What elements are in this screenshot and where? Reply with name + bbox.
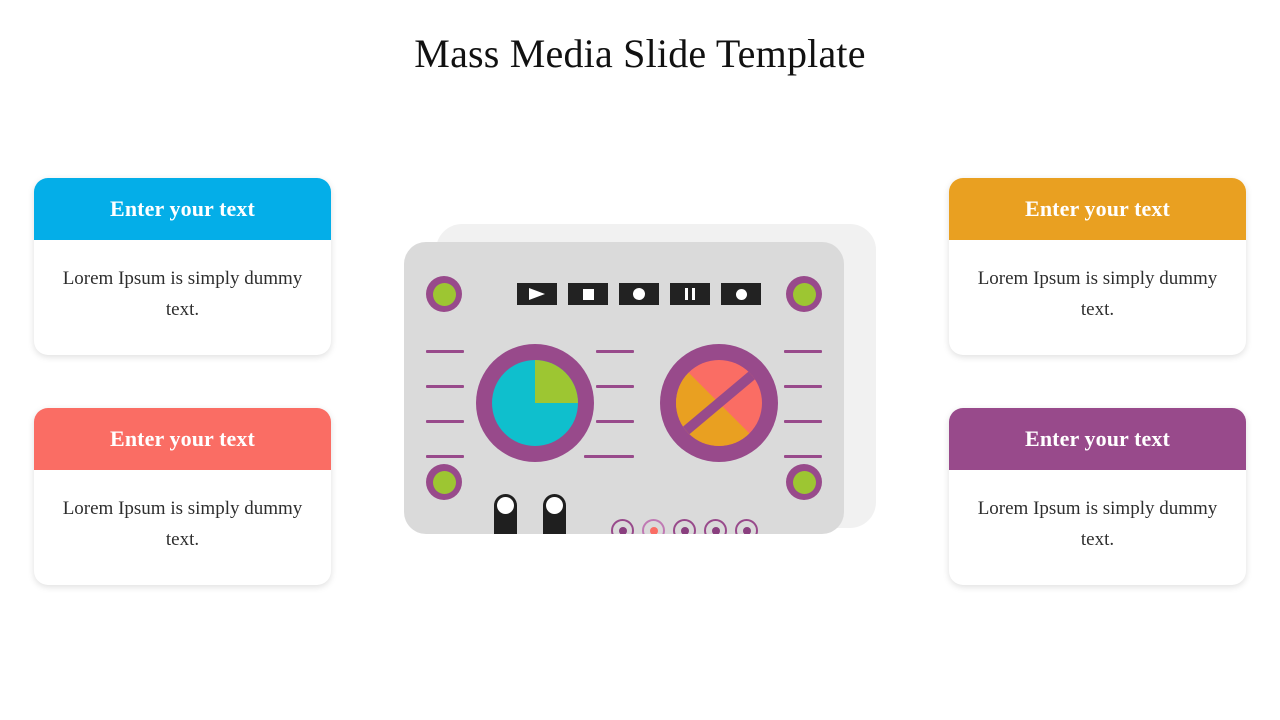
slider-line[interactable] <box>426 455 464 458</box>
round-knob-icon-top-left[interactable] <box>426 276 462 312</box>
card-body-top-left: Lorem Ipsum is simply dummy text. <box>34 240 331 355</box>
led-indicator-row <box>611 519 758 534</box>
led-indicator-3[interactable] <box>673 519 696 534</box>
slider-line[interactable] <box>784 350 822 353</box>
card-header-label: Enter your text <box>110 196 255 221</box>
card-header-top-left: Enter your text <box>34 178 331 240</box>
led-indicator-5[interactable] <box>735 519 758 534</box>
slider-line[interactable] <box>596 350 634 353</box>
card-body-text: Lorem Ipsum is simply dummy text. <box>977 267 1218 320</box>
card-header-bottom-left: Enter your text <box>34 408 331 470</box>
card-body-text: Lorem Ipsum is simply dummy text. <box>977 497 1218 550</box>
card-header-label: Enter your text <box>1025 426 1170 451</box>
card-header-label: Enter your text <box>1025 196 1170 221</box>
pie-dial-face <box>492 360 578 446</box>
led-indicator-2[interactable] <box>642 519 665 534</box>
slider-line[interactable] <box>784 455 822 458</box>
card-body-text: Lorem Ipsum is simply dummy text. <box>62 497 303 550</box>
pie-dial-icon-left[interactable] <box>476 344 594 462</box>
toggle-switch-icon-2[interactable] <box>543 494 566 534</box>
led-indicator-1[interactable] <box>611 519 634 534</box>
transport-controls <box>517 283 761 305</box>
round-knob-icon-top-right[interactable] <box>786 276 822 312</box>
slider-line[interactable] <box>784 420 822 423</box>
text-card-bottom-left[interactable]: Enter your text Lorem Ipsum is simply du… <box>34 408 331 585</box>
card-body-bottom-right: Lorem Ipsum is simply dummy text. <box>949 470 1246 585</box>
slider-line[interactable] <box>784 385 822 388</box>
slider-line[interactable] <box>584 455 634 458</box>
split-dial-icon-right[interactable] <box>660 344 778 462</box>
led-indicator-4[interactable] <box>704 519 727 534</box>
slider-line[interactable] <box>426 350 464 353</box>
pie-dial-segment <box>535 360 578 403</box>
round-knob-icon-bottom-right[interactable] <box>786 464 822 500</box>
slider-line[interactable] <box>596 420 634 423</box>
round-knob-icon-bottom-left[interactable] <box>426 464 462 500</box>
record-button[interactable] <box>619 283 659 305</box>
mixer-panel <box>404 242 844 534</box>
play-icon <box>529 288 545 300</box>
slider-line[interactable] <box>426 420 464 423</box>
stop-button[interactable] <box>568 283 608 305</box>
slider-line[interactable] <box>426 385 464 388</box>
mixer-illustration <box>404 224 876 534</box>
card-body-top-right: Lorem Ipsum is simply dummy text. <box>949 240 1246 355</box>
page-title: Mass Media Slide Template <box>414 31 866 76</box>
card-body-bottom-left: Lorem Ipsum is simply dummy text. <box>34 470 331 585</box>
slider-line[interactable] <box>596 385 634 388</box>
record-dot-button[interactable] <box>721 283 761 305</box>
text-card-top-left[interactable]: Enter your text Lorem Ipsum is simply du… <box>34 178 331 355</box>
text-card-top-right[interactable]: Enter your text Lorem Ipsum is simply du… <box>949 178 1246 355</box>
play-button[interactable] <box>517 283 557 305</box>
slider-group-right <box>784 350 822 458</box>
card-header-top-right: Enter your text <box>949 178 1246 240</box>
card-header-label: Enter your text <box>110 426 255 451</box>
card-body-text: Lorem Ipsum is simply dummy text. <box>62 267 303 320</box>
split-dial-face <box>676 360 762 446</box>
toggle-switch-icon-1[interactable] <box>494 494 517 534</box>
record-icon <box>633 288 645 300</box>
pause-button[interactable] <box>670 283 710 305</box>
slider-group-middle <box>584 350 634 458</box>
record-dot-icon <box>735 288 747 300</box>
pause-icon <box>685 288 695 300</box>
slider-group-left <box>426 350 464 458</box>
card-header-bottom-right: Enter your text <box>949 408 1246 470</box>
text-card-bottom-right[interactable]: Enter your text Lorem Ipsum is simply du… <box>949 408 1246 585</box>
stop-icon <box>582 288 594 300</box>
